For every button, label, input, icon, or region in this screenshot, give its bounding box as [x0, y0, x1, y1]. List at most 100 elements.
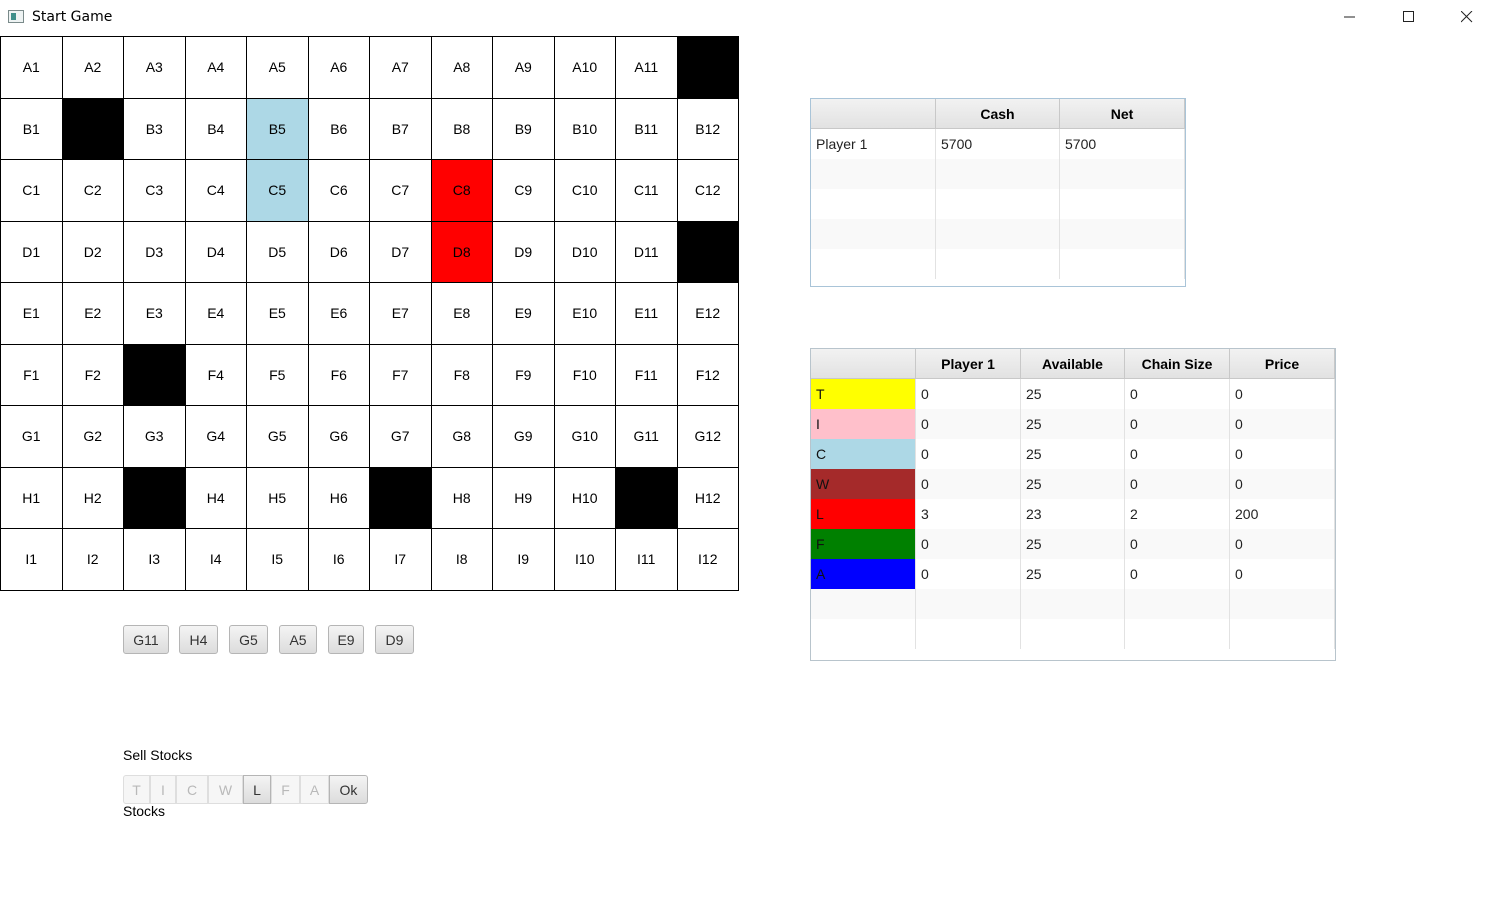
board-cell[interactable]: H4	[185, 467, 247, 529]
board-cell[interactable]: E7	[370, 283, 432, 345]
board-cell[interactable]: F6	[308, 344, 370, 406]
board-cell[interactable]: A1	[1, 37, 63, 99]
hand-tile-button[interactable]: E9	[328, 625, 364, 654]
board-cell[interactable]: C1	[1, 160, 63, 222]
table-row[interactable]: W 0 25 0 0	[811, 469, 1335, 499]
sell-stock-toggle[interactable]: F	[271, 775, 300, 804]
table-row[interactable]	[811, 619, 1335, 649]
maximize-button[interactable]	[1380, 0, 1438, 34]
board-cell[interactable]: I3	[124, 529, 186, 591]
table-row[interactable]: A 0 25 0 0	[811, 559, 1335, 589]
board-cell[interactable]: I4	[185, 529, 247, 591]
board-cell[interactable]: G10	[554, 406, 616, 468]
table-row[interactable]	[811, 589, 1335, 619]
hand-tile-button[interactable]: D9	[375, 625, 414, 654]
board-cell[interactable]: F2	[62, 344, 124, 406]
hand-tile-button[interactable]: H4	[179, 625, 218, 654]
board-cell[interactable]: C5	[247, 160, 309, 222]
board-cell[interactable]: E9	[493, 283, 555, 345]
board-cell[interactable]: I12	[677, 529, 739, 591]
board-cell[interactable]	[62, 98, 124, 160]
column-header[interactable]: Price	[1230, 349, 1335, 379]
board-cell[interactable]: B7	[370, 98, 432, 160]
board-cell[interactable]: H5	[247, 467, 309, 529]
board-cell[interactable]: B8	[431, 98, 493, 160]
board-cell[interactable]: G5	[247, 406, 309, 468]
board-cell[interactable]: H9	[493, 467, 555, 529]
table-row[interactable]: T 0 25 0 0	[811, 379, 1335, 409]
board-cell[interactable]: I6	[308, 529, 370, 591]
board-cell[interactable]: I2	[62, 529, 124, 591]
board-cell[interactable]: E1	[1, 283, 63, 345]
board-cell[interactable]	[124, 344, 186, 406]
board-cell[interactable]: C3	[124, 160, 186, 222]
board-cell[interactable]: A10	[554, 37, 616, 99]
board-cell[interactable]: E10	[554, 283, 616, 345]
board-cell[interactable]: D6	[308, 221, 370, 283]
column-header[interactable]	[811, 99, 936, 129]
board-cell[interactable]: B5	[247, 98, 309, 160]
board-cell[interactable]: F4	[185, 344, 247, 406]
table-row[interactable]	[811, 219, 1185, 249]
board-cell[interactable]: D11	[616, 221, 678, 283]
close-button[interactable]	[1438, 0, 1496, 34]
board-cell[interactable]	[370, 467, 432, 529]
table-row[interactable]: F 0 25 0 0	[811, 529, 1335, 559]
board-cell[interactable]: D3	[124, 221, 186, 283]
board-cell[interactable]: E2	[62, 283, 124, 345]
board-cell[interactable]: G6	[308, 406, 370, 468]
board-cell[interactable]: I11	[616, 529, 678, 591]
board-cell[interactable]: F10	[554, 344, 616, 406]
ok-button[interactable]: Ok	[329, 775, 368, 804]
board-cell[interactable]: I9	[493, 529, 555, 591]
board-cell[interactable]: G11	[616, 406, 678, 468]
board-cell[interactable]: A8	[431, 37, 493, 99]
board-cell[interactable]: C12	[677, 160, 739, 222]
board-cell[interactable]: B1	[1, 98, 63, 160]
board-cell[interactable]: C7	[370, 160, 432, 222]
board-cell[interactable]: F8	[431, 344, 493, 406]
sell-stock-toggle[interactable]: W	[208, 775, 243, 804]
board-cell[interactable]: C4	[185, 160, 247, 222]
board-cell[interactable]: B6	[308, 98, 370, 160]
hand-tile-button[interactable]: A5	[279, 625, 317, 654]
board-cell[interactable]: G9	[493, 406, 555, 468]
board-cell[interactable]: B3	[124, 98, 186, 160]
board-cell[interactable]: C8	[431, 160, 493, 222]
board-cell[interactable]: C9	[493, 160, 555, 222]
board-cell[interactable]: D7	[370, 221, 432, 283]
board-cell[interactable]: I8	[431, 529, 493, 591]
sell-stock-toggle[interactable]: A	[300, 775, 329, 804]
board-cell[interactable]: H2	[62, 467, 124, 529]
board-cell[interactable]: F1	[1, 344, 63, 406]
board-cell[interactable]: F11	[616, 344, 678, 406]
board-cell[interactable]: A9	[493, 37, 555, 99]
board-cell[interactable]: I1	[1, 529, 63, 591]
board-cell[interactable]: A3	[124, 37, 186, 99]
board-cell[interactable]: G1	[1, 406, 63, 468]
board-cell[interactable]: D5	[247, 221, 309, 283]
board-cell[interactable]: E6	[308, 283, 370, 345]
board-cell[interactable]: C6	[308, 160, 370, 222]
table-row[interactable]: I 0 25 0 0	[811, 409, 1335, 439]
board-cell[interactable]: A5	[247, 37, 309, 99]
board-cell[interactable]: A6	[308, 37, 370, 99]
sell-stock-toggle[interactable]: I	[150, 775, 176, 804]
board-cell[interactable]: A7	[370, 37, 432, 99]
board-cell[interactable]: H1	[1, 467, 63, 529]
board-cell[interactable]: A4	[185, 37, 247, 99]
column-header[interactable]: Available	[1021, 349, 1125, 379]
board-cell[interactable]: H12	[677, 467, 739, 529]
board-cell[interactable]: F7	[370, 344, 432, 406]
table-row[interactable]: L 3 23 2 200	[811, 499, 1335, 529]
board-cell[interactable]: B12	[677, 98, 739, 160]
board-cell[interactable]: G4	[185, 406, 247, 468]
board-cell[interactable]: E12	[677, 283, 739, 345]
sell-stock-toggle[interactable]: C	[176, 775, 208, 804]
table-row[interactable]: C 0 25 0 0	[811, 439, 1335, 469]
board-cell[interactable]: G8	[431, 406, 493, 468]
board-cell[interactable]: I7	[370, 529, 432, 591]
board-cell[interactable]: G12	[677, 406, 739, 468]
board-cell[interactable]: B9	[493, 98, 555, 160]
board-cell[interactable]: E5	[247, 283, 309, 345]
